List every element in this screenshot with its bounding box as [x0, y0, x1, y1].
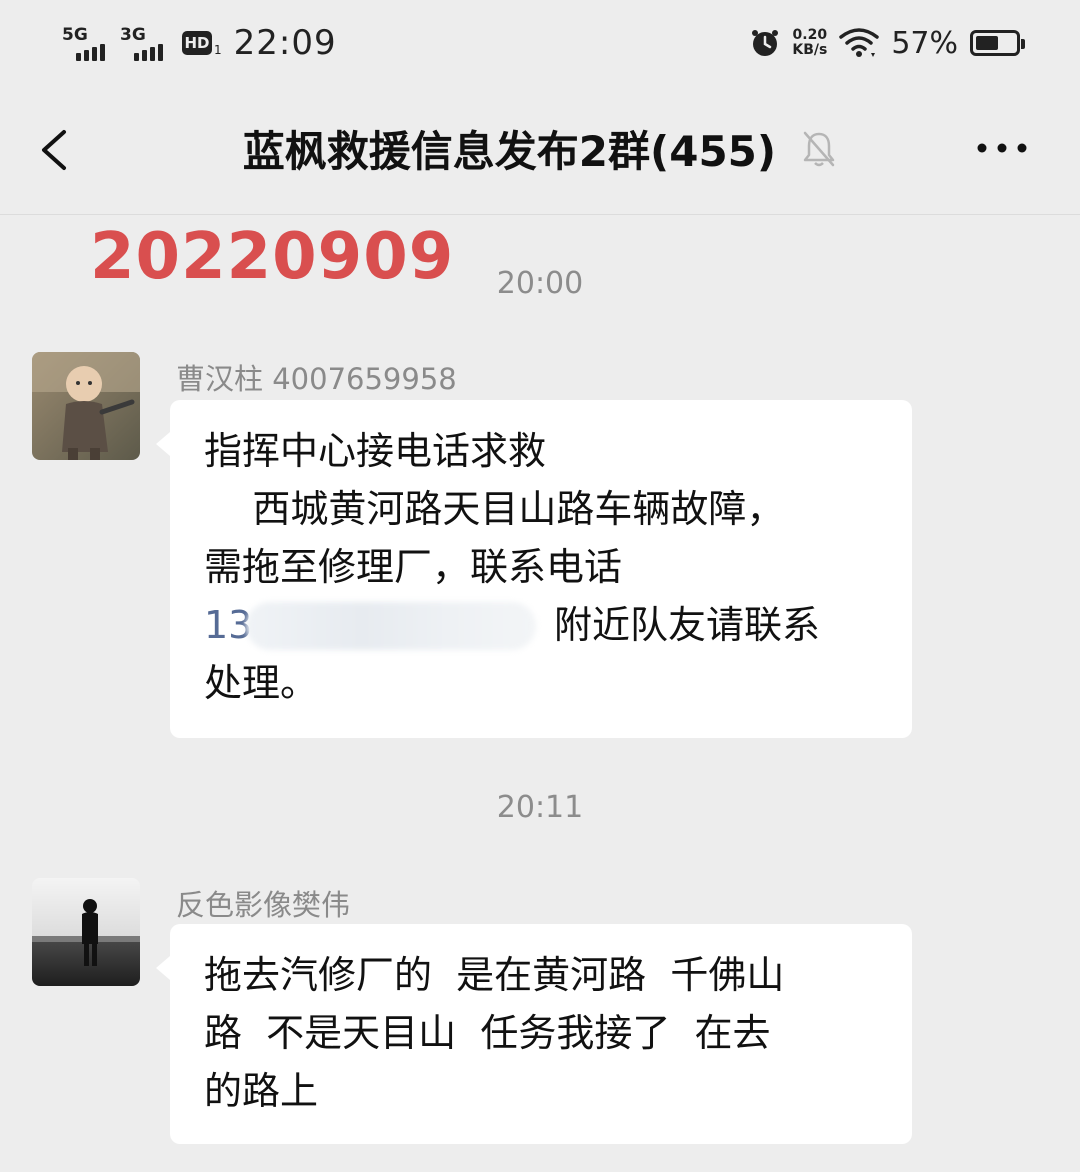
- more-options-button[interactable]: [974, 138, 1030, 158]
- sender-name: 曹汉柱 4007659958: [176, 362, 457, 396]
- signal-2-label: 3G: [120, 25, 146, 45]
- message-timestamp: 20:00: [496, 266, 584, 301]
- hd-voice-icon: HD: [182, 31, 212, 55]
- chat-title[interactable]: 蓝枫救援信息发布2群(455): [243, 127, 776, 176]
- avatar[interactable]: [32, 878, 140, 986]
- clock-time: 22:09: [233, 23, 337, 63]
- status-right: 0.20 KB/s 57%: [750, 18, 1025, 68]
- redacted-phone-blur: [246, 602, 536, 650]
- status-left: 5G 3G HD 1 22:09: [60, 18, 337, 68]
- network-speed-value: 0.20: [792, 27, 828, 43]
- message-bubble[interactable]: 拖去汽修厂的 是在黄河路 千佛山 路 不是天目山 任务我接了 在去 的路上: [156, 924, 912, 1144]
- message-line: 指挥中心接电话求救: [204, 429, 547, 473]
- title-wrap: 蓝枫救援信息发布2群(455): [0, 118, 1080, 179]
- message-bubble[interactable]: 指挥中心接电话求救 西城黄河路天目山路车辆故障， 需拖至修理厂，联系电话 13 …: [156, 400, 912, 738]
- sender-name: 反色影像樊伟: [176, 888, 351, 922]
- signal-1-label: 5G: [62, 25, 88, 45]
- battery-fill: [976, 36, 998, 50]
- signal-1-icon: 5G: [60, 23, 112, 63]
- hd-voice-sub: 1: [214, 43, 222, 57]
- avatar-silhouette-photo: [32, 878, 140, 986]
- message-line: 的路上: [204, 1069, 319, 1113]
- message-line: 路 不是天目山 任务我接了 在去: [204, 1011, 771, 1055]
- alarm-icon: [752, 30, 779, 56]
- message-timestamp: 20:11: [496, 790, 584, 825]
- chat-header: 蓝枫救援信息发布2群(455): [0, 90, 1080, 215]
- signal-2-icon: 3G: [118, 23, 170, 63]
- message-line: 拖去汽修厂的 是在黄河路 千佛山: [204, 953, 785, 997]
- message-line: 附近队友请联系: [554, 603, 821, 647]
- phone-line: 13 附近队友请联系: [204, 596, 882, 654]
- status-bar: 5G 3G HD 1 22:09 0.20 KB/s 57%: [0, 0, 1080, 90]
- battery-icon: [970, 30, 1025, 56]
- avatar[interactable]: [32, 352, 140, 460]
- bell-muted-icon: [803, 131, 835, 166]
- message-line: 需拖至修理厂，联系电话: [204, 545, 623, 589]
- battery-percent: 57%: [891, 25, 958, 61]
- wifi-icon: [839, 28, 880, 57]
- message-line: 处理。: [204, 661, 319, 705]
- avatar-child-photo: [32, 352, 140, 460]
- network-speed-unit: KB/s: [792, 42, 828, 58]
- network-speed: 0.20 KB/s: [792, 28, 827, 58]
- message-line: 西城黄河路天目山路车辆故障，: [204, 487, 785, 531]
